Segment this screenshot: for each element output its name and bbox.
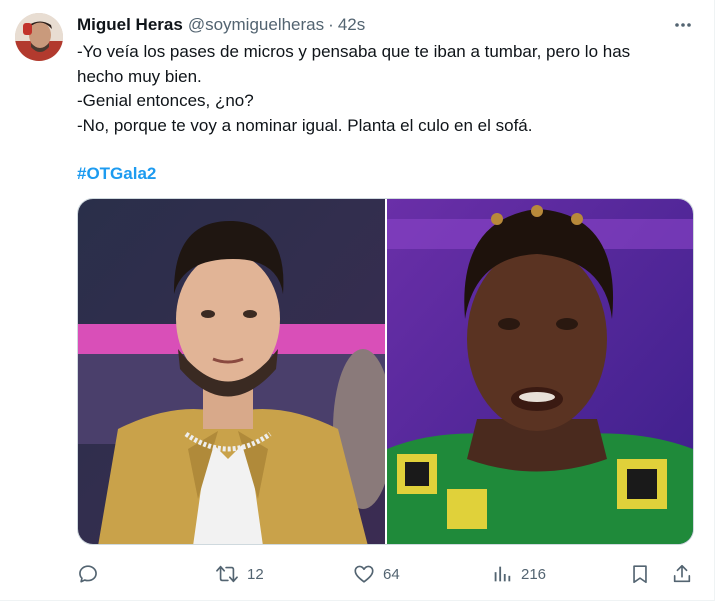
tweet-text: -Yo veía los pases de micros y pensaba q… — [77, 40, 697, 187]
tweet-text-line: -No, porque te voy a nominar igual. Plan… — [77, 115, 533, 135]
more-dots-icon — [675, 23, 691, 27]
tweet-text-line: hecho muy bien. — [77, 66, 202, 86]
bookmark-button[interactable] — [629, 560, 651, 588]
tweet-text-line: -Yo veía los pases de micros y pensaba q… — [77, 42, 631, 61]
views-button[interactable]: 216 — [491, 560, 546, 588]
like-button[interactable]: 64 — [353, 560, 400, 588]
avatar-photo — [15, 13, 63, 61]
share-icon — [673, 564, 691, 583]
share-button[interactable] — [671, 560, 693, 588]
tweet-card[interactable]: Miguel Heras @soymiguelheras · 42s -Yo v… — [0, 0, 715, 601]
more-options-button[interactable] — [668, 12, 698, 38]
retweet-count: 12 — [247, 565, 264, 583]
photo-right[interactable] — [387, 199, 693, 544]
retweet-icon — [216, 565, 238, 583]
photo-woman-green-dress — [387, 199, 693, 544]
tweet-timestamp[interactable]: 42s — [338, 15, 365, 35]
like-count: 64 — [383, 565, 400, 583]
reply-icon — [79, 565, 97, 583]
header-separator: · — [328, 15, 334, 34]
author-display-name[interactable]: Miguel Heras — [77, 15, 183, 35]
views-chart-icon — [494, 566, 511, 582]
views-count: 216 — [521, 565, 547, 583]
retweet-button[interactable]: 12 — [215, 560, 264, 588]
author-handle[interactable]: @soymiguelheras — [188, 15, 324, 35]
hashtag-link[interactable]: #OTGala2 — [77, 162, 697, 187]
photo-man-yellow-jacket — [78, 199, 385, 544]
bookmark-icon — [633, 565, 647, 584]
tweet-text-line: -Genial entonces, ¿no? — [77, 91, 254, 110]
reply-button[interactable] — [77, 560, 107, 588]
tweet-header: Miguel Heras @soymiguelheras · 42s — [77, 14, 365, 36]
avatar[interactable] — [15, 13, 63, 61]
text-spacer — [77, 138, 697, 162]
tweet-actions: 12 64 216 — [77, 560, 697, 588]
photo-left[interactable] — [78, 199, 385, 544]
media-grid[interactable] — [77, 198, 694, 545]
heart-icon — [354, 565, 374, 583]
